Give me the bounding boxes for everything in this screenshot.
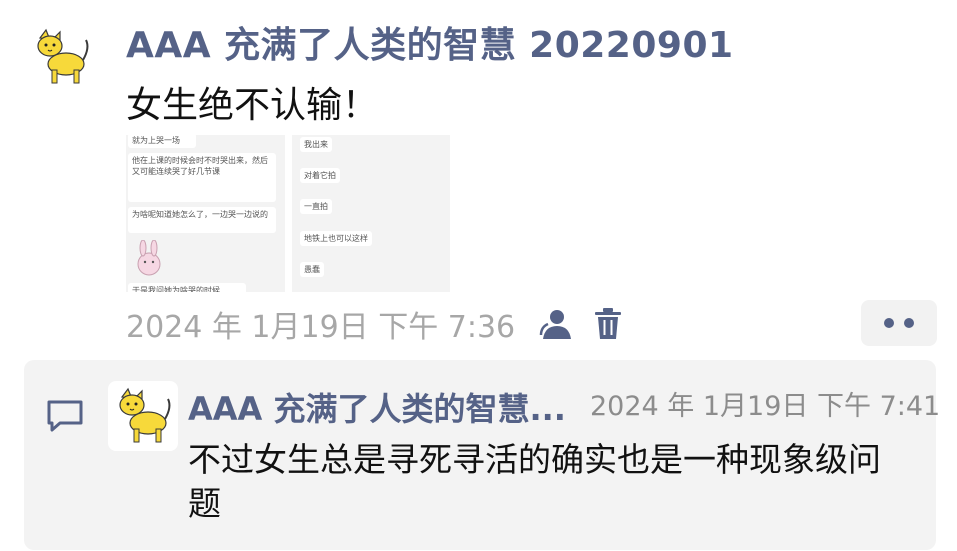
chat-bubble: 对着它拍 (300, 168, 340, 183)
cat-icon (119, 387, 171, 443)
dot (904, 318, 914, 328)
chat-bubble: 于是我问她为啥哭的时候 (128, 283, 246, 292)
post-meta: 2024 年 1月19日 下午 7:36 (126, 302, 623, 346)
comment-icon (47, 400, 83, 432)
dot (884, 318, 894, 328)
moment-post: AAA 充满了人类的智慧 20220901 女生绝不认输！ 就为上哭一场 他在上… (0, 0, 957, 551)
bunny-sticker-icon (137, 240, 161, 276)
chat-bubble: 愚蠢 (300, 262, 324, 277)
more-dots-icon[interactable] (861, 300, 937, 346)
chat-bubble: 他在上课的时候会时不时哭出来，然后又可能连续哭了好几节课 (128, 153, 276, 202)
comment-author-name[interactable]: AAA 充满了人类的智慧... (188, 384, 583, 430)
post-timestamp: 2024 年 1月19日 下午 7:36 (126, 310, 516, 345)
users-icon[interactable] (537, 307, 573, 341)
comment-avatar[interactable] (108, 381, 178, 451)
comment-text: 不过女生总是寻死寻活的确实也是一种现象级问题 (188, 440, 881, 523)
chat-bubble: 为啥呢知道她怎么了，一边哭一边说的 (128, 207, 276, 233)
post-image[interactable]: 就为上哭一场 他在上课的时候会时不时哭出来，然后又可能连续哭了好几节课 为啥呢知… (126, 135, 285, 292)
chat-bubble: 我出来 (300, 137, 332, 152)
post-author-name[interactable]: AAA 充满了人类的智慧 20220901 (126, 16, 734, 68)
post-text: 女生绝不认输！ (126, 85, 379, 126)
chat-bubble: 就为上哭一场 (128, 135, 196, 148)
post-image[interactable]: 我出来 对着它拍 一直拍 地铁上也可以这样 愚蠢 (292, 135, 450, 292)
cat-icon (37, 28, 89, 84)
chat-bubble: 地铁上也可以这样 (300, 231, 372, 246)
avatar[interactable] (26, 22, 96, 92)
chat-bubble: 一直拍 (300, 199, 332, 214)
trash-icon[interactable] (593, 307, 623, 341)
comment-timestamp: 2024 年 1月19日 下午 7:41 (590, 391, 941, 422)
